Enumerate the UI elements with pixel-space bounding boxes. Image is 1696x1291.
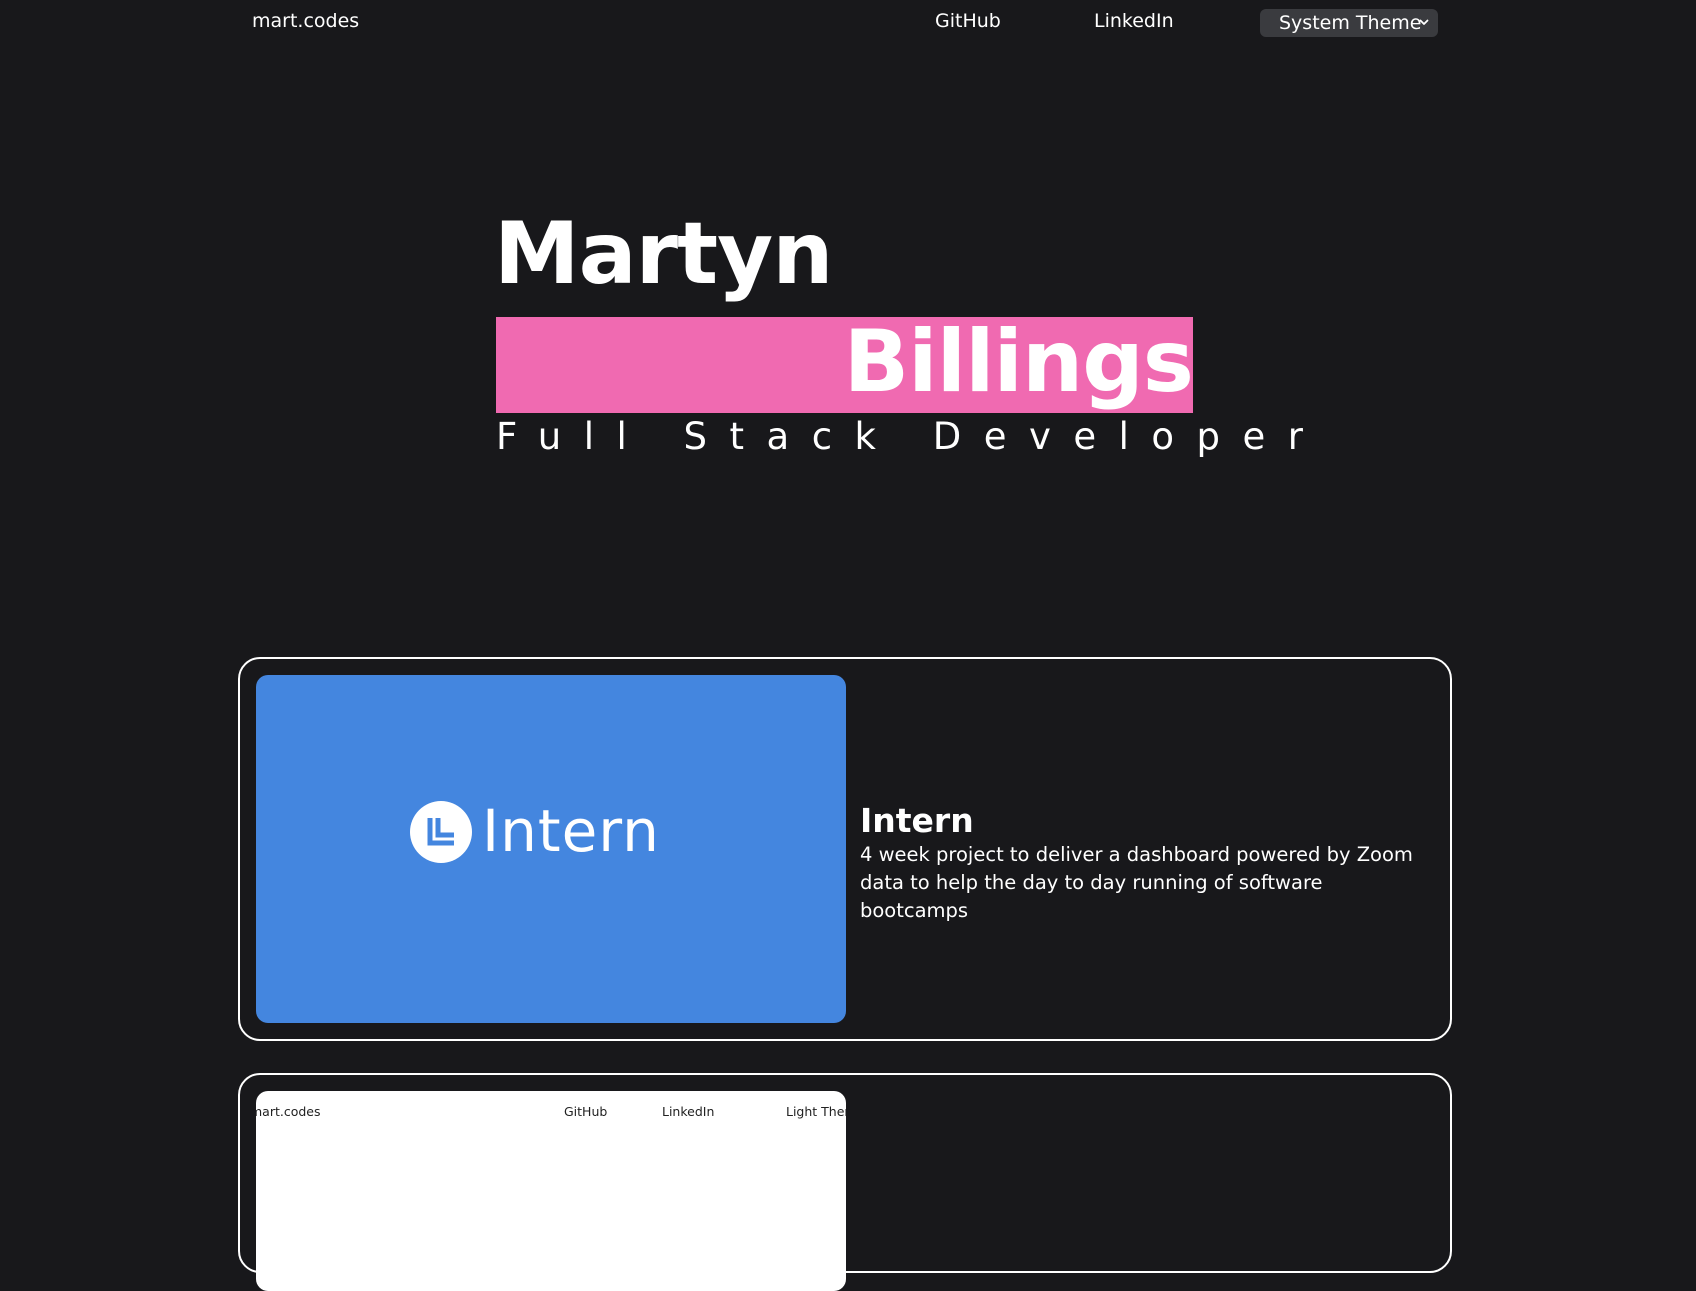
thumbnail-nav-brand: mart.codes — [256, 1104, 321, 1119]
project-title: Intern — [860, 801, 974, 840]
nav-brand-link[interactable]: mart.codes — [252, 10, 359, 32]
chevron-down-icon — [1419, 19, 1429, 25]
hero-last-name: Billings — [843, 312, 1194, 412]
theme-select[interactable]: System Theme — [1260, 9, 1438, 37]
hero-first-name: Martyn — [494, 204, 833, 304]
theme-select-value: System Theme — [1279, 12, 1422, 34]
nav-link-github[interactable]: GitHub — [935, 10, 1001, 32]
project-description: 4 week project to deliver a dashboard po… — [860, 843, 1413, 922]
thumbnail-nav-github: GitHub — [564, 1104, 608, 1119]
intern-logo-icon — [410, 801, 472, 863]
project-card-portfolio[interactable]: mart.codes GitHub LinkedIn Light Theme — [238, 1073, 1452, 1291]
intern-logo-text: Intern — [482, 797, 660, 865]
nav-link-linkedin[interactable]: LinkedIn — [1094, 10, 1174, 32]
thumbnail-nav-linkedin: LinkedIn — [662, 1104, 715, 1119]
hero-role: Full Stack Developer — [496, 415, 1326, 458]
project-thumbnail-portfolio[interactable]: mart.codes GitHub LinkedIn Light Theme — [256, 1091, 846, 1291]
thumbnail-theme-select: Light Theme — [786, 1104, 846, 1119]
